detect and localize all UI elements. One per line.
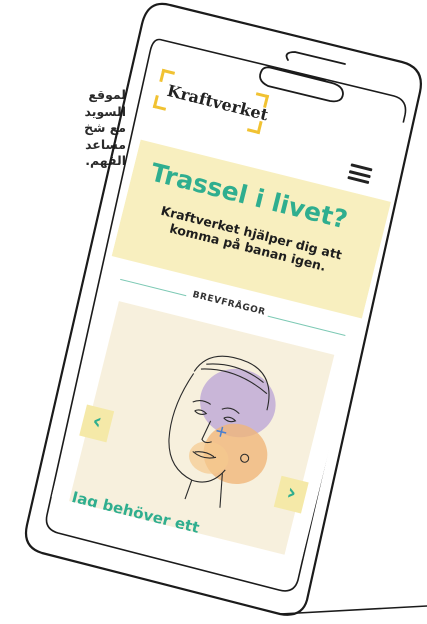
hamburger-menu-icon[interactable] xyxy=(347,163,373,185)
divider xyxy=(267,315,346,336)
section-label: BREVFRÅGOR xyxy=(191,289,267,318)
chevron-right-icon: › xyxy=(284,479,300,507)
prev-slide-button[interactable]: ‹ xyxy=(79,404,115,443)
chevron-left-icon: ‹ xyxy=(89,408,105,436)
portrait-illustration xyxy=(168,355,276,508)
divider xyxy=(120,278,187,297)
next-slide-button[interactable]: › xyxy=(273,475,309,514)
brand-name: Kraftverket xyxy=(165,80,271,125)
